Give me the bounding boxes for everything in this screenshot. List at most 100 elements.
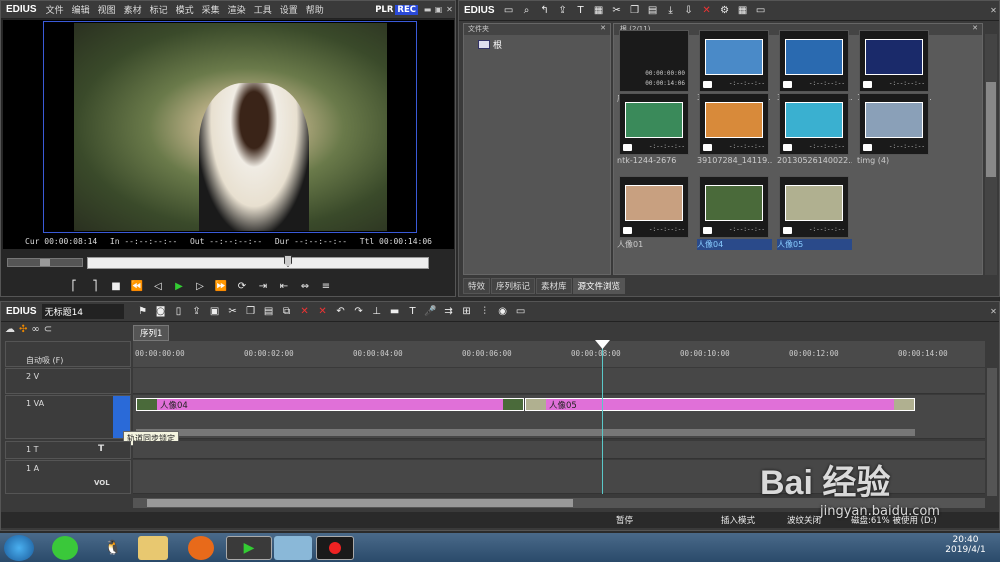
- position-slider[interactable]: [87, 255, 429, 269]
- delete-icon[interactable]: ✕: [700, 4, 714, 18]
- menu-item-6[interactable]: 采集: [198, 3, 224, 16]
- redo-icon[interactable]: ↷: [352, 305, 366, 319]
- bin-clip-7[interactable]: -:--:--:-- timg (4): [857, 93, 929, 173]
- bin-clip-10[interactable]: -:--:--:-- 人像05: [777, 176, 852, 256]
- track-1t-head[interactable]: 1 T T: [5, 441, 131, 459]
- up-icon[interactable]: ↰: [538, 4, 552, 18]
- layout-icon[interactable]: ▭: [514, 305, 528, 319]
- bin-clip-5[interactable]: -:--:--:-- 39107284_14119...: [697, 93, 772, 173]
- auto-snap-label[interactable]: 自动吸 (F): [26, 355, 63, 366]
- camera-icon[interactable]: ◙: [154, 305, 168, 319]
- menu-item-10[interactable]: 帮助: [302, 3, 328, 16]
- bin-clip-6[interactable]: -:--:--:-- 20130526140022...: [777, 93, 852, 173]
- properties-icon[interactable]: ⚙: [718, 4, 732, 18]
- new-project-icon[interactable]: ▯: [172, 305, 186, 319]
- fast-forward-icon[interactable]: ⏩: [214, 279, 228, 293]
- undo-icon[interactable]: ↶: [334, 305, 348, 319]
- close-icon[interactable]: ✕: [444, 4, 455, 15]
- tl-copy-icon[interactable]: ❐: [244, 305, 258, 319]
- link-icon[interactable]: ∞: [31, 324, 39, 338]
- vectorscope-icon[interactable]: ◉: [496, 305, 510, 319]
- track-1va-head[interactable]: 1 VA: [5, 395, 131, 439]
- menu-item-5[interactable]: 模式: [172, 3, 198, 16]
- bin-menu-icon[interactable]: ▭: [754, 4, 768, 18]
- timeline-hscroll-thumb[interactable]: [147, 499, 573, 507]
- ripple-delete-icon[interactable]: ✕: [316, 305, 330, 319]
- multicam-icon[interactable]: ⊞: [460, 305, 474, 319]
- search-icon[interactable]: ⌕: [520, 4, 534, 18]
- folder-icon[interactable]: ▭: [502, 4, 516, 18]
- taskbar-icon-app[interactable]: [274, 536, 312, 560]
- taskbar-icon-qq[interactable]: 🐧: [100, 536, 126, 560]
- track-1va[interactable]: 人像04 人像05: [133, 395, 985, 439]
- title-icon[interactable]: T: [574, 4, 588, 18]
- timeline-ruler[interactable]: 00:00:00:00 00:00:02:00 00:00:04:00 00:00:0…: [133, 341, 985, 367]
- save-icon[interactable]: ▣: [208, 305, 222, 319]
- export-icon[interactable]: ⇉: [442, 305, 456, 319]
- tl-paste-icon[interactable]: ▤: [262, 305, 276, 319]
- menu-item-9[interactable]: 设置: [276, 3, 302, 16]
- track-1a-head[interactable]: 1 A VOL: [5, 460, 131, 494]
- clip-2[interactable]: 人像05: [525, 398, 915, 411]
- menu-item-8[interactable]: 工具: [250, 3, 276, 16]
- bin-tab-1[interactable]: 序列标记: [491, 278, 536, 294]
- taskbar-icon-firefox[interactable]: [188, 536, 214, 560]
- mixer-mode-icon[interactable]: ✣: [19, 324, 27, 338]
- add-cut-icon[interactable]: ⊥: [370, 305, 384, 319]
- bin-scrollbar[interactable]: [985, 34, 997, 275]
- new-sequence-icon[interactable]: ⚑: [136, 305, 150, 319]
- maximize-icon[interactable]: ▣: [433, 4, 444, 15]
- menu-item-1[interactable]: 编辑: [68, 3, 94, 16]
- folder-pane-close-icon[interactable]: ✕: [600, 24, 606, 35]
- clip-pane-close-icon[interactable]: ✕: [972, 24, 978, 35]
- loop-icon[interactable]: ⟳: [235, 279, 249, 293]
- group-icon[interactable]: ⊂: [44, 324, 52, 338]
- playhead-line[interactable]: [602, 342, 603, 494]
- start-button[interactable]: [4, 535, 34, 561]
- plr-label[interactable]: PLR: [375, 5, 393, 15]
- view-icon[interactable]: ▦: [736, 4, 750, 18]
- set-out-icon[interactable]: ⎤: [88, 279, 102, 293]
- clip-1[interactable]: 人像04: [136, 398, 524, 411]
- taskbar-icon-360[interactable]: [52, 536, 78, 560]
- bin-close-icon[interactable]: ✕: [988, 5, 999, 16]
- bin-clip-4[interactable]: -:--:--:-- ntk-1244-2676: [617, 93, 689, 173]
- insert-icon[interactable]: ⇥: [256, 279, 270, 293]
- bin-tab-2[interactable]: 素材库: [536, 278, 572, 294]
- copy-icon[interactable]: ❐: [628, 4, 642, 18]
- position-handle[interactable]: [284, 255, 292, 267]
- track-2v-head[interactable]: 2 V: [5, 368, 131, 394]
- bin-scroll-thumb[interactable]: [986, 82, 996, 177]
- menu-item-3[interactable]: 素材: [120, 3, 146, 16]
- menu-item-4[interactable]: 标记: [146, 3, 172, 16]
- overwrite-icon[interactable]: ⇤: [277, 279, 291, 293]
- root-folder[interactable]: 根: [478, 38, 610, 51]
- play-icon[interactable]: ▶: [172, 279, 186, 293]
- minimize-icon[interactable]: ▬: [422, 4, 433, 15]
- taskbar-icon-record[interactable]: [316, 536, 354, 560]
- open-icon[interactable]: ⇪: [190, 305, 204, 319]
- timeline-close-icon[interactable]: ✕: [988, 306, 999, 317]
- taskbar-icon-edius[interactable]: ▶: [226, 536, 272, 560]
- track-2v[interactable]: [133, 368, 985, 394]
- paste-icon[interactable]: ▤: [646, 4, 660, 18]
- match-frame-icon[interactable]: ⇔: [298, 279, 312, 293]
- shuttle-handle[interactable]: [40, 259, 50, 266]
- more-icon[interactable]: ≡: [319, 279, 333, 293]
- shuttle-bar[interactable]: [7, 258, 83, 267]
- replace-icon[interactable]: ⧉: [280, 305, 294, 319]
- color-bar-icon[interactable]: ▦: [592, 4, 606, 18]
- import-icon[interactable]: ⇪: [556, 4, 570, 18]
- render-icon[interactable]: ▬: [388, 305, 402, 319]
- cut-icon[interactable]: ✂: [610, 4, 624, 18]
- bin-tab-3[interactable]: 源文件浏览: [572, 278, 626, 294]
- tl-title-icon[interactable]: T: [406, 305, 420, 319]
- bin-tab-0[interactable]: 特效: [463, 278, 491, 294]
- rewind-icon[interactable]: ⏪: [130, 279, 144, 293]
- tl-cut-icon[interactable]: ✂: [226, 305, 240, 319]
- rec-label[interactable]: REC: [395, 4, 418, 15]
- mixer-icon[interactable]: ⫶: [478, 305, 492, 319]
- voiceover-icon[interactable]: 🎤: [424, 305, 438, 319]
- volume-label[interactable]: VOL: [94, 479, 110, 487]
- add-timeline-icon[interactable]: ⤓: [664, 4, 678, 18]
